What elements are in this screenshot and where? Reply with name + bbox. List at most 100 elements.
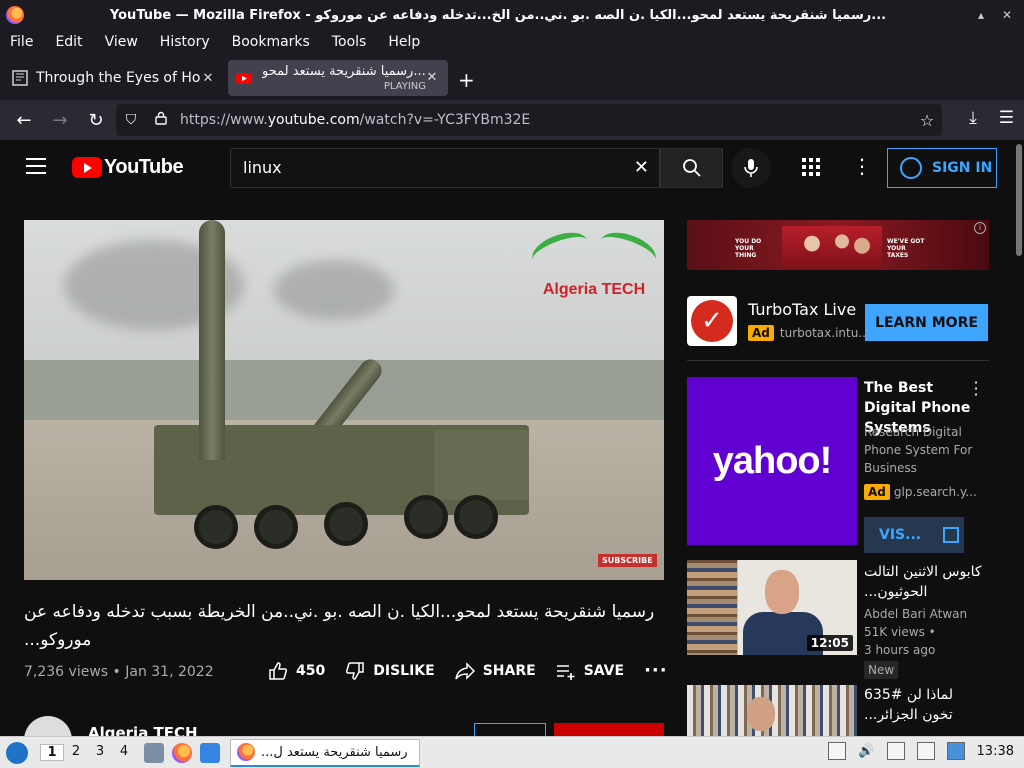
- search-box[interactable]: ✕: [230, 148, 660, 188]
- thumbs-up-icon: [269, 661, 288, 680]
- banner-right-text: WE'VE GOT YOUR TAXES: [887, 238, 925, 259]
- tab-close-icon[interactable]: ✕: [200, 71, 216, 86]
- youtube-favicon-icon: [236, 73, 252, 84]
- apps-grid-icon[interactable]: [802, 158, 820, 176]
- workspace-3[interactable]: 3: [88, 744, 112, 761]
- related-video-meta: Abdel Bari Atwan 51K views • 3 hours ago…: [864, 605, 968, 679]
- turbotax-ad[interactable]: ✓ TurboTax Live Ad turbotax.intu... LEAR…: [687, 296, 989, 346]
- menu-bookmarks[interactable]: Bookmarks: [232, 34, 310, 50]
- menu-history[interactable]: History: [160, 34, 210, 50]
- app-menu-icon[interactable]: ☰: [999, 108, 1014, 128]
- display-icon[interactable]: [886, 742, 905, 760]
- downloads-icon[interactable]: ⤓: [969, 108, 977, 128]
- lock-icon[interactable]: [146, 111, 176, 129]
- menu-file[interactable]: File: [10, 34, 33, 50]
- related-channel-name[interactable]: Abdel Bari Atwan: [864, 605, 967, 623]
- learn-more-button[interactable]: LEARN MORE: [865, 304, 988, 341]
- firefox-icon: [237, 743, 255, 761]
- channel-avatar[interactable]: [24, 716, 72, 736]
- search-button[interactable]: [660, 148, 723, 188]
- taskbar-window-title: رسميا شنقريحة يستعد ل...: [261, 744, 408, 760]
- workspace-1[interactable]: 1: [40, 744, 64, 761]
- forward-button[interactable]: →: [42, 110, 78, 131]
- ad-banner[interactable]: YOU DO YOUR THING WE'VE GOT YOUR TAXES: [687, 220, 989, 270]
- youtube-logo[interactable]: YouTube: [72, 156, 184, 179]
- channel-row: Algeria TECH: [24, 716, 664, 736]
- video-title: رسميا شنقريحة يستعد لمحو...الكيا .ن الصه…: [24, 602, 655, 650]
- video-thumbnail[interactable]: 12:05: [687, 560, 857, 655]
- more-actions-icon[interactable]: ···: [644, 660, 668, 681]
- playlist-add-icon: [556, 664, 575, 680]
- search-icon: [682, 159, 701, 177]
- video-info: 7,236 views • Jan 31, 2022: [24, 664, 214, 680]
- yahoo-ad-image[interactable]: yahoo!: [687, 377, 857, 545]
- video-frame-missile: [199, 220, 225, 460]
- bookmark-star-icon[interactable]: ☆: [912, 111, 942, 130]
- save-label: SAVE: [583, 662, 625, 679]
- share-icon: [454, 661, 475, 680]
- search-input[interactable]: [243, 158, 623, 177]
- like-button[interactable]: 450: [268, 661, 325, 681]
- sign-in-button[interactable]: SIGN IN: [887, 148, 997, 188]
- related-age: 3 hours ago: [864, 643, 936, 657]
- tab-through-the-eyes[interactable]: Through the Eyes of Hope ✕: [4, 60, 222, 96]
- minimize-icon[interactable]: ▴: [972, 6, 990, 24]
- menu-tools[interactable]: Tools: [332, 34, 367, 50]
- visit-site-button[interactable]: VIS...: [864, 517, 964, 553]
- youtube-wordmark: YouTube: [104, 156, 184, 178]
- channel-name[interactable]: Algeria TECH: [88, 724, 198, 736]
- workspace-4[interactable]: 4: [112, 744, 136, 761]
- workspace-2[interactable]: 2: [64, 744, 88, 761]
- reload-button[interactable]: ↻: [78, 110, 114, 131]
- share-button[interactable]: SHARE: [454, 661, 536, 681]
- new-tab-button[interactable]: +: [458, 68, 475, 92]
- microphone-icon: [744, 159, 758, 177]
- close-window-icon[interactable]: ✕: [998, 6, 1016, 24]
- dislike-button[interactable]: DISLIKE: [345, 661, 435, 681]
- info-separator: •: [112, 664, 126, 680]
- related-video-title[interactable]: لماذا لن #635 تخون الجزائر...: [864, 685, 984, 725]
- start-menu-icon[interactable]: [6, 741, 28, 764]
- menu-help[interactable]: Help: [388, 34, 420, 50]
- tray-scroll-icon[interactable]: [828, 742, 847, 760]
- back-button[interactable]: ←: [6, 110, 42, 131]
- terminal-icon[interactable]: [200, 742, 220, 763]
- video-player[interactable]: Algeria TECH SUBSCRIBE: [24, 220, 664, 580]
- clock[interactable]: 13:38: [977, 744, 1014, 759]
- clipboard-icon[interactable]: [916, 742, 935, 760]
- url-bar[interactable]: ⛉ https://www.youtube.com/watch?v=-YC3FY…: [116, 104, 942, 136]
- voice-search-button[interactable]: [731, 148, 771, 188]
- turbotax-logo: ✓: [687, 296, 737, 346]
- save-button[interactable]: SAVE: [556, 661, 624, 681]
- dislike-label: DISLIKE: [373, 662, 435, 679]
- menu-view[interactable]: View: [105, 34, 138, 50]
- update-notifier-icon[interactable]: [946, 742, 965, 760]
- ad-info-icon[interactable]: i: [974, 222, 986, 234]
- video-thumbnail[interactable]: [687, 685, 857, 736]
- tab-close-icon[interactable]: ✕: [424, 70, 440, 85]
- scrollbar-thumb[interactable]: [1016, 144, 1022, 256]
- url-text[interactable]: https://www.youtube.com/watch?v=-YC3FYBm…: [180, 112, 912, 128]
- menu-edit[interactable]: Edit: [55, 34, 82, 50]
- guide-menu-icon[interactable]: [26, 158, 46, 179]
- clear-search-icon[interactable]: ✕: [634, 157, 649, 178]
- settings-kebab-icon[interactable]: ⋮: [852, 156, 872, 176]
- like-count: 450: [296, 662, 326, 679]
- tab-youtube-active[interactable]: رسميا شنقريحة يستعد لمحو... PLAYING ✕: [228, 60, 448, 96]
- firefox-launcher-icon[interactable]: [172, 742, 192, 763]
- subscribe-button[interactable]: [554, 723, 664, 736]
- yahoo-ad-description: Research Digital Phone System For Busine…: [864, 425, 973, 475]
- file-manager-icon[interactable]: [144, 742, 164, 763]
- ad-domain: turbotax.intu...: [779, 326, 870, 340]
- page-scrollbar[interactable]: [1014, 140, 1024, 736]
- volume-icon[interactable]: 🔊: [858, 744, 874, 759]
- shield-icon[interactable]: ⛉: [116, 112, 146, 128]
- tab-playing-status: PLAYING: [383, 81, 426, 92]
- ad-menu-icon[interactable]: · · ·: [971, 375, 981, 403]
- sidebar-divider: [687, 360, 989, 361]
- ad-badge: Ad: [864, 484, 890, 500]
- join-button[interactable]: [474, 723, 546, 736]
- related-video-title[interactable]: كابوس الاثنين التالت الحوثيون...: [864, 562, 984, 602]
- taskbar-firefox-window[interactable]: رسميا شنقريحة يستعد ل...: [230, 738, 420, 767]
- subscribe-overlay: SUBSCRIBE: [598, 554, 657, 567]
